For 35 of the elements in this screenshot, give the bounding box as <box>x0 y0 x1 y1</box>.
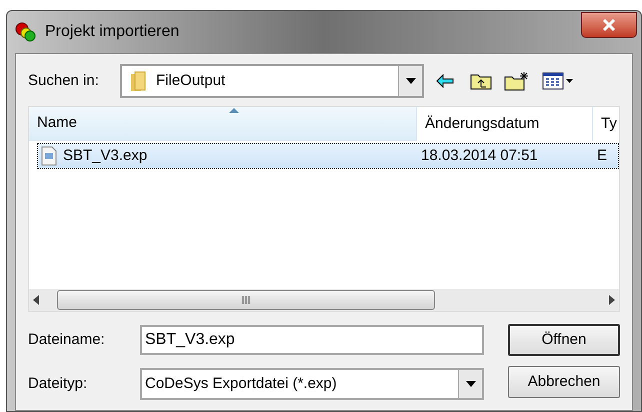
window-title: Projekt importieren <box>45 22 180 42</box>
scroll-left-icon[interactable] <box>33 295 39 305</box>
caret-icon <box>466 381 476 387</box>
folder-name: FileOutput <box>156 70 226 91</box>
app-icon <box>15 22 37 42</box>
column-header[interactable]: Name <box>29 107 417 141</box>
folder-dropdown[interactable]: FileOutput <box>120 64 424 98</box>
dropdown-arrow-button[interactable] <box>398 66 422 96</box>
file-row[interactable]: SBT_V3.exp 18.03.2014 07:51 E <box>37 143 619 169</box>
back-arrow-icon[interactable] <box>436 74 454 88</box>
sort-arrow-icon <box>229 108 239 113</box>
file-icon <box>41 146 57 166</box>
close-button[interactable] <box>581 12 637 38</box>
folder-icon <box>130 70 146 92</box>
dialog-button[interactable]: Abbrechen <box>508 366 620 398</box>
file-type-label: Dateityp: <box>28 374 88 394</box>
table-cell-text: 18.03.2014 07:51 <box>421 146 538 166</box>
table-cell-text: SBT_V3.exp <box>63 146 148 166</box>
scroll-right-icon[interactable] <box>609 295 615 305</box>
file-type-dropdown[interactable]: CoDeSys Exportdatei (*.exp) <box>140 368 484 400</box>
scrollbar-thumb[interactable] <box>57 290 435 310</box>
file-name-label: Dateiname: <box>28 330 106 350</box>
view-menu-icon[interactable] <box>542 72 574 90</box>
look-in-label: Suchen in: <box>28 70 100 91</box>
dialog-button[interactable]: Öffnen <box>508 324 620 356</box>
close-icon <box>602 19 616 31</box>
file-name-field[interactable]: SBT_V3.exp <box>140 325 484 355</box>
new-folder-icon[interactable] <box>504 71 530 91</box>
grip-icon <box>242 296 250 304</box>
caret-icon <box>406 78 416 84</box>
file-type-value: CoDeSys Exportdatei (*.exp) <box>144 374 338 394</box>
table-cell-text: E <box>597 146 608 166</box>
folder-up-icon[interactable] <box>470 72 492 90</box>
horizontal-scrollbar[interactable] <box>29 289 619 311</box>
dropdown-arrow-button[interactable] <box>458 370 482 398</box>
